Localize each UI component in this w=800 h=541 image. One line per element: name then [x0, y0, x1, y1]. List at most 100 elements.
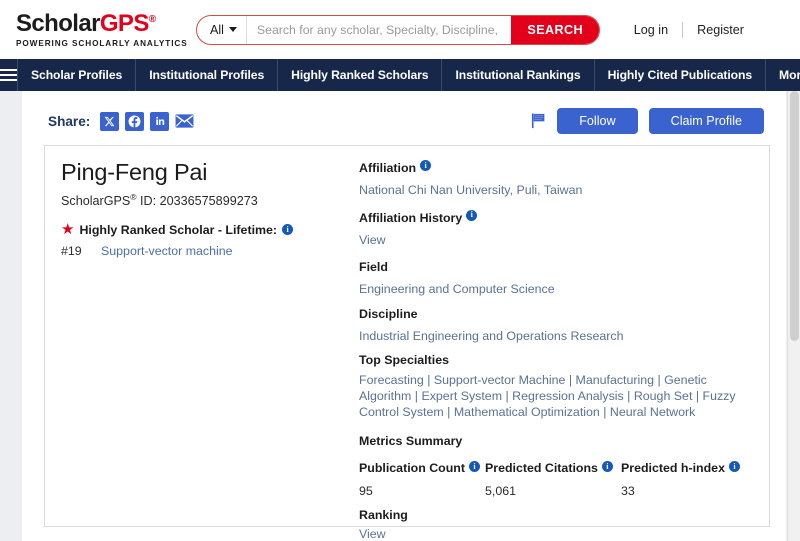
- affiliation-label-text: Affiliation: [359, 160, 416, 178]
- content-sheet: Share:: [22, 91, 786, 541]
- info-icon[interactable]: i: [420, 160, 431, 171]
- brand-name-gps: GPS: [100, 10, 149, 37]
- share-row: Share:: [44, 101, 770, 141]
- info-icon[interactable]: i: [282, 224, 293, 235]
- follow-button[interactable]: Follow: [557, 108, 637, 134]
- field-value[interactable]: Engineering and Computer Science: [359, 280, 751, 299]
- field-field: Field Engineering and Computer Science: [359, 259, 751, 299]
- specialty-link[interactable]: Expert System: [421, 389, 502, 403]
- specialty-link[interactable]: Mathematical Optimization: [454, 405, 600, 419]
- ranking-label: Ranking: [359, 508, 751, 522]
- top-specialties-field: Top Specialties Forecasting | Support-ve…: [359, 352, 751, 420]
- metric-label-text: Publication Count: [359, 461, 465, 475]
- affiliation-value[interactable]: National Chi Nan University, Puli, Taiwa…: [359, 181, 751, 200]
- specialty-separator: |: [424, 373, 434, 387]
- brand-tagline: POWERING SCHOLARLY ANALYTICS: [16, 39, 172, 48]
- discipline-field: Discipline Industrial Engineering and Op…: [359, 306, 751, 346]
- main-navigation: Scholar Profiles Institutional Profiles …: [0, 59, 800, 91]
- search-scope-dropdown[interactable]: All: [197, 16, 247, 44]
- discipline-value[interactable]: Industrial Engineering and Operations Re…: [359, 327, 751, 346]
- scholargps-logo[interactable]: ScholarGPS® POWERING SCHOLARLY ANALYTICS: [10, 12, 172, 48]
- metric-label: Predicted Citations i: [485, 461, 621, 475]
- linkedin-icon[interactable]: [150, 112, 169, 131]
- nav-more-label: More: [779, 68, 800, 82]
- scholargps-profile-page: ScholarGPS® POWERING SCHOLARLY ANALYTICS…: [0, 0, 800, 541]
- highly-ranked-scholar-label: Highly Ranked Scholar - Lifetime:: [79, 223, 277, 237]
- info-icon[interactable]: i: [729, 461, 740, 472]
- specialty-link[interactable]: Forecasting: [359, 373, 424, 387]
- search-button[interactable]: SEARCH: [511, 16, 599, 44]
- register-link[interactable]: Register: [683, 23, 758, 37]
- search-input[interactable]: [247, 16, 512, 44]
- top-header: ScholarGPS® POWERING SCHOLARLY ANALYTICS…: [0, 0, 800, 59]
- nav-item-institutional-rankings[interactable]: Institutional Rankings: [442, 59, 594, 91]
- field-label: Field: [359, 259, 751, 277]
- metric-value: 5,061: [485, 484, 621, 498]
- star-icon: ★: [61, 222, 74, 237]
- specialty-separator: |: [692, 389, 702, 403]
- metric-predicted-citations: Predicted Citations i 5,061: [485, 461, 621, 498]
- specialty-separator: |: [565, 373, 575, 387]
- search-bar: All SEARCH: [196, 15, 600, 45]
- metric-label: Publication Count i: [359, 461, 485, 475]
- metric-publication-count: Publication Count i 95: [359, 461, 485, 498]
- scholar-id-prefix: ScholarGPS: [61, 194, 130, 208]
- chevron-down-icon: [229, 27, 237, 32]
- profile-right-column: Affiliation i National Chi Nan Universit…: [351, 160, 751, 526]
- header-account-links: Log in Register: [620, 22, 782, 38]
- affiliation-history-label: Affiliation History i: [359, 210, 751, 228]
- top-specialties-label: Top Specialties: [359, 352, 751, 370]
- claim-profile-button[interactable]: Claim Profile: [649, 108, 764, 134]
- specialty-separator: |: [502, 389, 512, 403]
- facebook-icon[interactable]: [125, 112, 144, 131]
- scholar-id: ScholarGPS® ID: 20336575899273: [61, 192, 351, 208]
- specialty-link[interactable]: Support-vector Machine: [434, 373, 566, 387]
- scholar-id-number: ID: 20336575899273: [137, 194, 258, 208]
- profile-actions: Follow Claim Profile: [531, 108, 764, 134]
- affiliation-history-field: Affiliation History i View: [359, 210, 751, 250]
- x-twitter-icon[interactable]: [100, 112, 119, 131]
- discipline-label-text: Discipline: [359, 306, 418, 324]
- flag-icon[interactable]: [531, 113, 546, 129]
- page-title: Ping-Feng Pai: [61, 160, 351, 186]
- metric-predicted-h-index: Predicted h-index i 33: [621, 461, 740, 498]
- metric-value: 95: [359, 484, 485, 498]
- login-link[interactable]: Log in: [620, 23, 682, 37]
- affiliation-history-label-text: Affiliation History: [359, 210, 462, 228]
- specialty-separator: |: [444, 405, 454, 419]
- nav-item-institutional-profiles[interactable]: Institutional Profiles: [136, 59, 278, 91]
- info-icon[interactable]: i: [466, 210, 477, 221]
- nav-item-more[interactable]: More: [766, 59, 800, 91]
- ranking-view-link[interactable]: View: [359, 527, 751, 541]
- content-area: Share:: [0, 91, 800, 541]
- metric-value: 33: [621, 484, 740, 498]
- specialty-separator: |: [624, 389, 634, 403]
- nav-item-highly-ranked-scholars[interactable]: Highly Ranked Scholars: [278, 59, 442, 91]
- hamburger-menu-icon[interactable]: [0, 59, 18, 91]
- metric-label-text: Predicted Citations: [485, 461, 598, 475]
- affiliation-field: Affiliation i National Chi Nan Universit…: [359, 160, 751, 200]
- email-icon[interactable]: [175, 112, 194, 131]
- search-scope-label: All: [210, 23, 224, 37]
- brand-registered-mark: ®: [149, 14, 156, 25]
- rank-topic-link[interactable]: Support-vector machine: [101, 244, 233, 258]
- brand-title: ScholarGPS®: [16, 12, 172, 36]
- specialty-link[interactable]: Manufacturing: [576, 373, 655, 387]
- affiliation-history-view-link[interactable]: View: [359, 231, 751, 250]
- info-icon[interactable]: i: [469, 461, 480, 472]
- scrollbar-thumb[interactable]: [790, 91, 799, 341]
- specialty-link[interactable]: Neural Network: [610, 405, 695, 419]
- info-icon[interactable]: i: [602, 461, 613, 472]
- nav-item-scholar-profiles[interactable]: Scholar Profiles: [18, 59, 136, 91]
- brand-name-scholar: Scholar: [16, 10, 100, 37]
- profile-card: Ping-Feng Pai ScholarGPS® ID: 2033657589…: [44, 145, 770, 527]
- metrics-summary-label: Metrics Summary: [359, 434, 751, 448]
- metric-label: Predicted h-index i: [621, 461, 740, 475]
- discipline-label: Discipline: [359, 306, 751, 324]
- specialty-separator: |: [411, 389, 421, 403]
- page-scrollbar[interactable]: [787, 91, 800, 541]
- specialty-link[interactable]: Rough Set: [634, 389, 693, 403]
- specialty-link[interactable]: Regression Analysis: [512, 389, 624, 403]
- metrics-row: Publication Count i 95 Predicted Citatio…: [359, 461, 751, 498]
- nav-item-highly-cited-publications[interactable]: Highly Cited Publications: [595, 59, 766, 91]
